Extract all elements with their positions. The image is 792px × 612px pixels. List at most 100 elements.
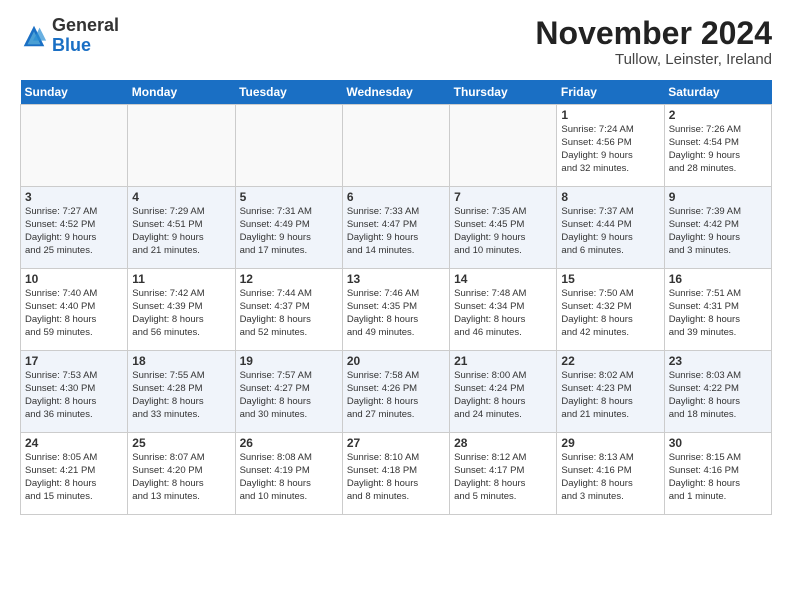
day-number: 20 <box>347 354 445 368</box>
calendar-day-cell <box>21 105 128 187</box>
day-info: Sunrise: 7:57 AM Sunset: 4:27 PM Dayligh… <box>240 370 338 421</box>
day-info: Sunrise: 7:39 AM Sunset: 4:42 PM Dayligh… <box>669 206 767 257</box>
day-number: 1 <box>561 108 659 122</box>
calendar-day-cell: 4 Sunrise: 7:29 AM Sunset: 4:51 PM Daylig… <box>128 187 235 269</box>
col-header-thursday: Thursday <box>450 80 557 105</box>
calendar-day-cell <box>128 105 235 187</box>
day-info: Sunrise: 7:48 AM Sunset: 4:34 PM Dayligh… <box>454 288 552 339</box>
calendar-day-cell: 26 Sunrise: 8:08 AM Sunset: 4:19 PM Dayli… <box>235 433 342 515</box>
day-info: Sunrise: 7:44 AM Sunset: 4:37 PM Dayligh… <box>240 288 338 339</box>
calendar-day-cell: 23Sunrise: 8:03 AM Sunset: 4:22 PM Dayli… <box>664 351 771 433</box>
day-number: 15 <box>561 272 659 286</box>
logo-icon <box>20 22 48 50</box>
calendar-day-cell <box>235 105 342 187</box>
calendar-day-cell: 21Sunrise: 8:00 AM Sunset: 4:24 PM Dayli… <box>450 351 557 433</box>
calendar-day-cell <box>450 105 557 187</box>
calendar-day-cell: 27Sunrise: 8:10 AM Sunset: 4:18 PM Dayli… <box>342 433 449 515</box>
day-info: Sunrise: 7:46 AM Sunset: 4:35 PM Dayligh… <box>347 288 445 339</box>
calendar-day-cell: 12 Sunrise: 7:44 AM Sunset: 4:37 PM Dayli… <box>235 269 342 351</box>
calendar-week-row: 10 Sunrise: 7:40 AM Sunset: 4:40 PM Dayli… <box>21 269 772 351</box>
col-header-tuesday: Tuesday <box>235 80 342 105</box>
day-info: Sunrise: 7:55 AM Sunset: 4:28 PM Dayligh… <box>132 370 230 421</box>
day-number: 12 <box>240 272 338 286</box>
calendar-day-cell: 14 Sunrise: 7:48 AM Sunset: 4:34 PM Dayli… <box>450 269 557 351</box>
day-number: 30 <box>669 436 767 450</box>
calendar-week-row: 3 Sunrise: 7:27 AM Sunset: 4:52 PM Daylig… <box>21 187 772 269</box>
month-title: November 2024 <box>535 16 772 51</box>
day-number: 22 <box>561 354 659 368</box>
col-header-friday: Friday <box>557 80 664 105</box>
day-info: Sunrise: 8:02 AM Sunset: 4:23 PM Dayligh… <box>561 370 659 421</box>
calendar-day-cell: 3 Sunrise: 7:27 AM Sunset: 4:52 PM Daylig… <box>21 187 128 269</box>
calendar-day-cell: 19 Sunrise: 7:57 AM Sunset: 4:27 PM Dayli… <box>235 351 342 433</box>
col-header-saturday: Saturday <box>664 80 771 105</box>
day-number: 24 <box>25 436 123 450</box>
day-number: 5 <box>240 190 338 204</box>
calendar-day-cell: 28 Sunrise: 8:12 AM Sunset: 4:17 PM Dayli… <box>450 433 557 515</box>
title-block: November 2024 Tullow, Leinster, Ireland <box>535 16 772 68</box>
day-info: Sunrise: 8:03 AM Sunset: 4:22 PM Dayligh… <box>669 370 767 421</box>
day-info: Sunrise: 7:51 AM Sunset: 4:31 PM Dayligh… <box>669 288 767 339</box>
calendar-day-cell: 5 Sunrise: 7:31 AM Sunset: 4:49 PM Daylig… <box>235 187 342 269</box>
logo: General Blue <box>20 16 119 56</box>
col-header-sunday: Sunday <box>21 80 128 105</box>
day-number: 14 <box>454 272 552 286</box>
day-number: 8 <box>561 190 659 204</box>
day-number: 10 <box>25 272 123 286</box>
day-number: 4 <box>132 190 230 204</box>
calendar-day-cell: 2 Sunrise: 7:26 AM Sunset: 4:54 PM Daylig… <box>664 105 771 187</box>
day-number: 17 <box>25 354 123 368</box>
day-number: 26 <box>240 436 338 450</box>
day-number: 7 <box>454 190 552 204</box>
day-info: Sunrise: 7:31 AM Sunset: 4:49 PM Dayligh… <box>240 206 338 257</box>
day-info: Sunrise: 7:40 AM Sunset: 4:40 PM Dayligh… <box>25 288 123 339</box>
day-info: Sunrise: 8:15 AM Sunset: 4:16 PM Dayligh… <box>669 452 767 503</box>
calendar-day-cell: 13 Sunrise: 7:46 AM Sunset: 4:35 PM Dayli… <box>342 269 449 351</box>
calendar-day-cell: 10 Sunrise: 7:40 AM Sunset: 4:40 PM Dayli… <box>21 269 128 351</box>
calendar-week-row: 1Sunrise: 7:24 AM Sunset: 4:56 PM Daylig… <box>21 105 772 187</box>
day-info: Sunrise: 7:53 AM Sunset: 4:30 PM Dayligh… <box>25 370 123 421</box>
page: General Blue November 2024 Tullow, Leins… <box>0 0 792 525</box>
day-info: Sunrise: 8:13 AM Sunset: 4:16 PM Dayligh… <box>561 452 659 503</box>
location: Tullow, Leinster, Ireland <box>535 51 772 68</box>
calendar-day-cell: 24 Sunrise: 8:05 AM Sunset: 4:21 PM Dayli… <box>21 433 128 515</box>
calendar-day-cell: 18 Sunrise: 7:55 AM Sunset: 4:28 PM Dayli… <box>128 351 235 433</box>
day-info: Sunrise: 7:35 AM Sunset: 4:45 PM Dayligh… <box>454 206 552 257</box>
day-number: 3 <box>25 190 123 204</box>
day-info: Sunrise: 7:33 AM Sunset: 4:47 PM Dayligh… <box>347 206 445 257</box>
day-info: Sunrise: 7:27 AM Sunset: 4:52 PM Dayligh… <box>25 206 123 257</box>
day-info: Sunrise: 7:37 AM Sunset: 4:44 PM Dayligh… <box>561 206 659 257</box>
calendar-day-cell: 17 Sunrise: 7:53 AM Sunset: 4:30 PM Dayli… <box>21 351 128 433</box>
day-number: 28 <box>454 436 552 450</box>
day-number: 2 <box>669 108 767 122</box>
day-number: 19 <box>240 354 338 368</box>
day-info: Sunrise: 7:26 AM Sunset: 4:54 PM Dayligh… <box>669 124 767 175</box>
day-info: Sunrise: 7:29 AM Sunset: 4:51 PM Dayligh… <box>132 206 230 257</box>
calendar-day-cell: 15Sunrise: 7:50 AM Sunset: 4:32 PM Dayli… <box>557 269 664 351</box>
day-info: Sunrise: 7:42 AM Sunset: 4:39 PM Dayligh… <box>132 288 230 339</box>
calendar-day-cell: 29 Sunrise: 8:13 AM Sunset: 4:16 PM Dayli… <box>557 433 664 515</box>
calendar-week-row: 24 Sunrise: 8:05 AM Sunset: 4:21 PM Dayli… <box>21 433 772 515</box>
calendar-day-cell: 20 Sunrise: 7:58 AM Sunset: 4:26 PM Dayli… <box>342 351 449 433</box>
day-number: 18 <box>132 354 230 368</box>
day-number: 13 <box>347 272 445 286</box>
day-number: 21 <box>454 354 552 368</box>
calendar-day-cell: 7 Sunrise: 7:35 AM Sunset: 4:45 PM Daylig… <box>450 187 557 269</box>
day-info: Sunrise: 8:08 AM Sunset: 4:19 PM Dayligh… <box>240 452 338 503</box>
day-info: Sunrise: 8:05 AM Sunset: 4:21 PM Dayligh… <box>25 452 123 503</box>
logo-blue-text: Blue <box>52 35 91 55</box>
col-header-wednesday: Wednesday <box>342 80 449 105</box>
col-header-monday: Monday <box>128 80 235 105</box>
day-number: 29 <box>561 436 659 450</box>
header: General Blue November 2024 Tullow, Leins… <box>20 16 772 68</box>
calendar-day-cell <box>342 105 449 187</box>
calendar-day-cell: 6 Sunrise: 7:33 AM Sunset: 4:47 PM Daylig… <box>342 187 449 269</box>
day-number: 6 <box>347 190 445 204</box>
calendar-week-row: 17 Sunrise: 7:53 AM Sunset: 4:30 PM Dayli… <box>21 351 772 433</box>
calendar-header-row: SundayMondayTuesdayWednesdayThursdayFrid… <box>21 80 772 105</box>
day-info: Sunrise: 7:58 AM Sunset: 4:26 PM Dayligh… <box>347 370 445 421</box>
day-number: 9 <box>669 190 767 204</box>
calendar-day-cell: 22 Sunrise: 8:02 AM Sunset: 4:23 PM Dayli… <box>557 351 664 433</box>
logo-general-text: General <box>52 15 119 35</box>
day-info: Sunrise: 8:12 AM Sunset: 4:17 PM Dayligh… <box>454 452 552 503</box>
